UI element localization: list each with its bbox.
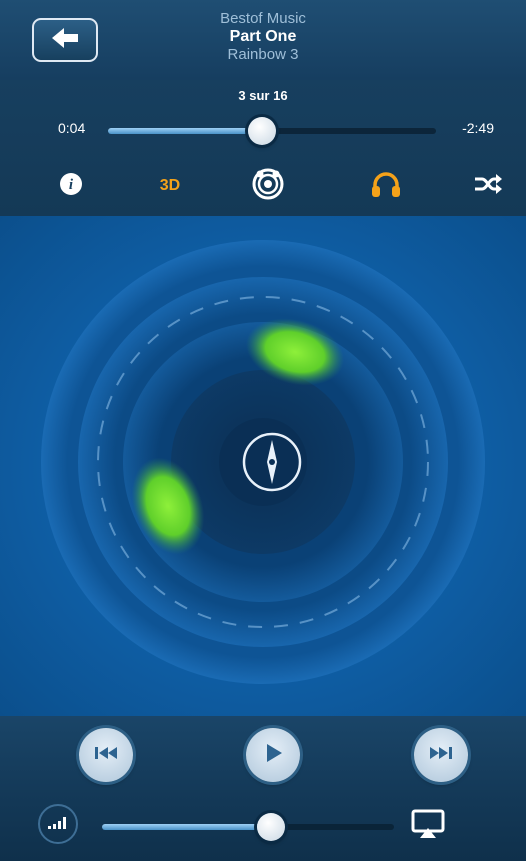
- info-button[interactable]: i: [56, 166, 86, 206]
- airplay-button[interactable]: [410, 809, 446, 844]
- surround-icon: [251, 167, 285, 206]
- previous-track-icon: [93, 745, 119, 766]
- track-title: Part One: [229, 28, 297, 45]
- volume-slider[interactable]: [102, 813, 394, 841]
- airplay-icon: [411, 809, 445, 844]
- artist-name: Rainbow 3: [227, 46, 299, 63]
- elapsed-time: 0:04: [58, 120, 86, 136]
- volume-knob[interactable]: [257, 813, 286, 841]
- previous-track-button[interactable]: [79, 728, 133, 782]
- info-icon: i: [59, 172, 83, 201]
- surround-button[interactable]: [248, 166, 288, 206]
- seek-knob[interactable]: [248, 117, 277, 145]
- track-count: 3 sur 16: [238, 88, 288, 103]
- 3d-sound-stage[interactable]: [0, 216, 526, 716]
- seek-fill: [108, 128, 263, 134]
- now-playing-titles: Bestof Music Part One Rainbow 3: [0, 10, 526, 64]
- toolbar: i 3D: [0, 166, 526, 206]
- volume-bar: [0, 788, 526, 861]
- progress-area: 3 sur 16 0:04 -2:49 i 3D: [0, 80, 526, 216]
- headphones-icon: [371, 170, 401, 203]
- volume-fill: [102, 824, 272, 830]
- volume-button[interactable]: [38, 804, 78, 844]
- remaining-time: -2:49: [462, 120, 494, 136]
- volume-icon: [46, 814, 70, 835]
- playlist-name: Bestof Music: [220, 10, 306, 27]
- play-button[interactable]: [246, 728, 300, 782]
- sound-rings: [41, 240, 485, 684]
- next-track-icon: [428, 745, 454, 766]
- transport-controls: [0, 716, 526, 788]
- 3d-button[interactable]: 3D: [150, 166, 190, 206]
- next-track-button[interactable]: [414, 728, 468, 782]
- center-disc: [219, 418, 307, 506]
- seek-slider[interactable]: [108, 117, 436, 145]
- 3d-label: 3D: [159, 177, 181, 194]
- shuffle-button[interactable]: [468, 166, 508, 206]
- shuffle-icon: [473, 173, 503, 200]
- header: Bestof Music Part One Rainbow 3: [0, 0, 526, 81]
- play-icon: [262, 742, 284, 769]
- headphones-button[interactable]: [366, 166, 406, 206]
